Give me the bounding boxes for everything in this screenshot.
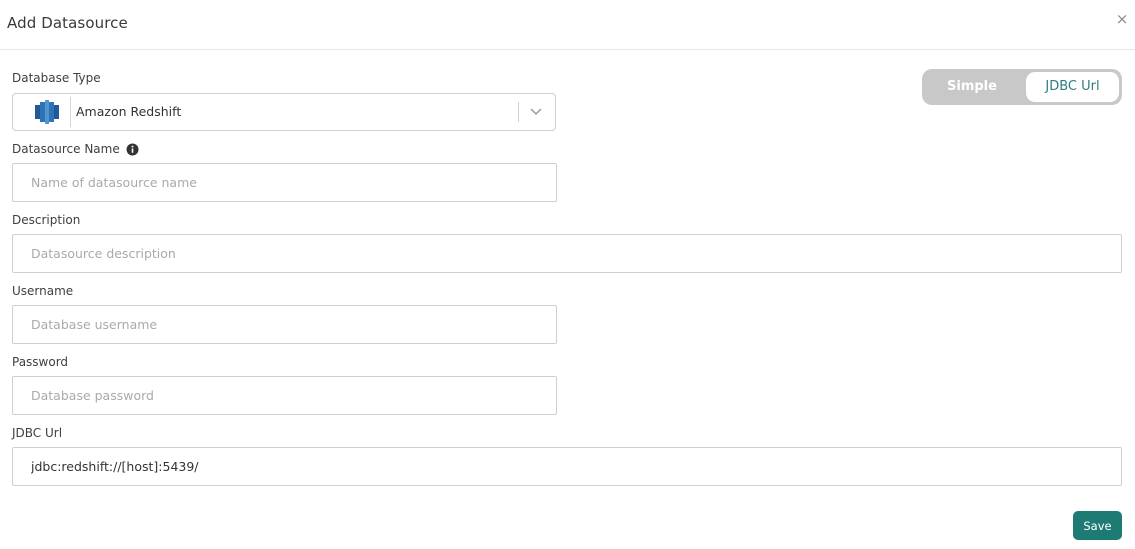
modal-header: Add Datasource × [0, 0, 1135, 50]
database-type-select[interactable]: Amazon Redshift [12, 93, 556, 131]
select-divider [518, 102, 519, 122]
datasource-name-input[interactable] [12, 163, 557, 202]
add-datasource-modal: Add Datasource × Simple JDBC Url Databas… [0, 0, 1135, 549]
description-label: Description [12, 213, 81, 227]
database-type-label: Database Type [12, 71, 101, 85]
toggle-option-jdbc-url[interactable]: JDBC Url [1026, 72, 1119, 102]
datasource-name-label: Datasource Name [12, 142, 120, 156]
info-icon[interactable] [126, 143, 139, 156]
password-input[interactable] [12, 376, 557, 415]
password-label: Password [12, 355, 69, 369]
database-type-value: Amazon Redshift [76, 104, 182, 119]
toggle-option-simple[interactable]: Simple [922, 69, 1022, 105]
username-label: Username [12, 284, 74, 298]
username-input[interactable] [12, 305, 557, 344]
jdbc-url-input[interactable] [12, 447, 1122, 486]
save-button[interactable]: Save [1073, 511, 1122, 540]
description-input[interactable] [12, 234, 1122, 273]
close-icon[interactable]: × [1115, 10, 1129, 28]
jdbc-url-label: JDBC Url [12, 426, 63, 440]
connection-mode-toggle: Simple JDBC Url [922, 69, 1122, 105]
chevron-down-icon[interactable] [529, 106, 543, 116]
database-type-icon-box [23, 97, 71, 127]
modal-title: Add Datasource [7, 14, 128, 32]
amazon-redshift-icon [35, 100, 59, 124]
